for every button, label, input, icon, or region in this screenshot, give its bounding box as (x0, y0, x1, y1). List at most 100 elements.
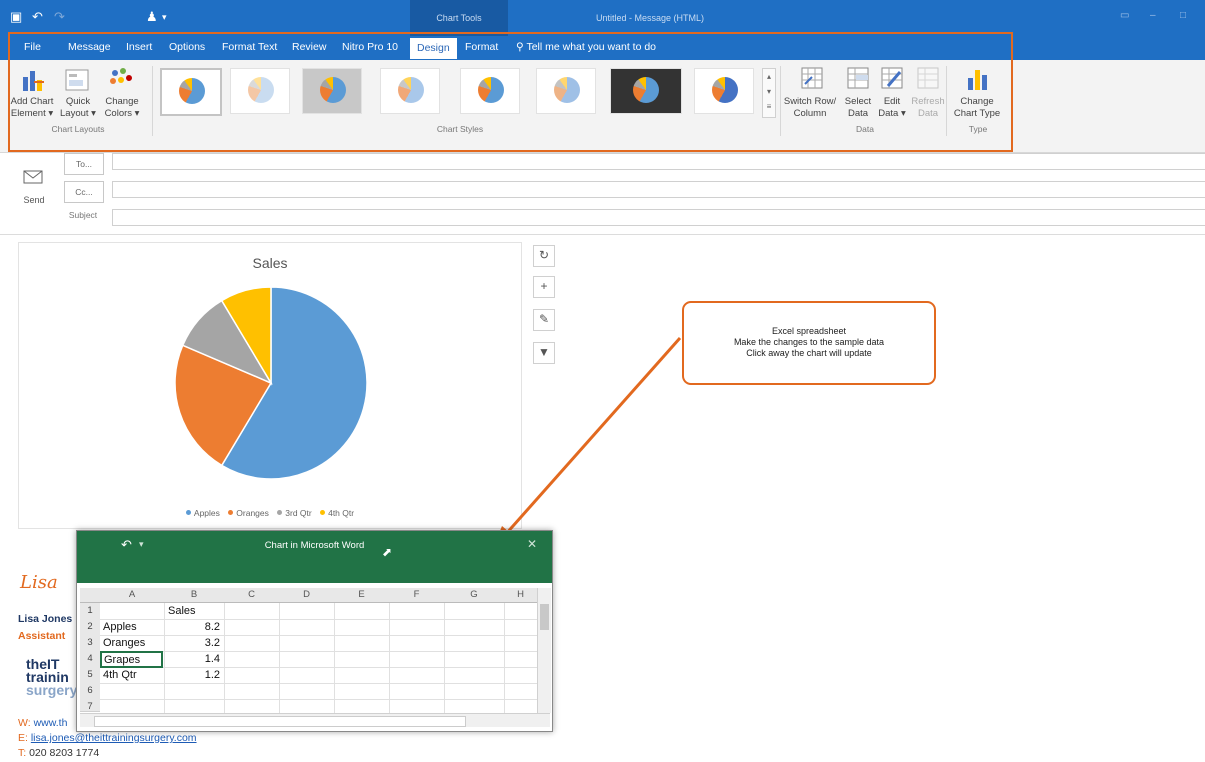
header-divider (0, 234, 1205, 235)
grid-line (100, 699, 537, 700)
legend-item-3rd-qtr: 3rd Qtr (277, 508, 312, 518)
row-header-6[interactable]: 6 (80, 683, 100, 700)
legend-swatch (277, 510, 283, 515)
column-header-g[interactable]: G (444, 588, 505, 603)
grid-line (100, 683, 537, 684)
email-link[interactable]: lisa.jones@theittrainingsurgery.com (31, 732, 197, 744)
save-icon[interactable]: ▣ (10, 9, 22, 25)
column-header-h[interactable]: H (504, 588, 538, 603)
cell-a2[interactable]: Apples (103, 619, 137, 635)
subject-label: Subject (68, 210, 98, 220)
chart-elements-plus-icon[interactable]: + (533, 276, 555, 298)
legend-label: 3rd Qtr (285, 508, 312, 518)
customize-quick-access-icon[interactable]: ▾ (162, 12, 167, 23)
grid-line (389, 603, 390, 713)
cell-b4[interactable]: 1.4 (164, 651, 220, 667)
legend-label: 4th Qtr (328, 508, 355, 518)
cell-a4-selected[interactable]: Grapes (100, 651, 163, 668)
send-icon (22, 168, 48, 186)
title-bar: ▣ ↶ ↷ ♟ ▾ Chart Tools Untitled - Message… (0, 0, 1205, 36)
chart-area[interactable]: Sales Apples Oranges 3rd Qtr 4th Qtr (18, 242, 522, 529)
tel-number: 020 8203 1774 (29, 747, 100, 759)
signature-phone: T: 020 8203 1774 (18, 747, 99, 759)
company-logo: theIT trainin surgery (26, 657, 78, 698)
redo-icon[interactable]: ↷ (54, 9, 65, 25)
row-header-7[interactable]: 7 (80, 699, 100, 712)
minimize-icon[interactable]: – (1150, 10, 1156, 21)
web-prefix: W: (18, 717, 31, 729)
column-header-c[interactable]: C (224, 588, 280, 603)
callout-line-2: Make the changes to the sample data (733, 337, 885, 347)
cell-b2[interactable]: 8.2 (164, 619, 220, 635)
mouse-cursor-icon: ⬈ (382, 545, 393, 559)
ribbon-highlight-box (8, 32, 1013, 152)
legend-swatch (185, 510, 191, 515)
horizontal-scroll-thumb[interactable] (94, 716, 466, 727)
legend-item-oranges: Oranges (228, 508, 269, 518)
subject-field[interactable] (112, 209, 1205, 226)
window-title: Untitled - Message (HTML) (595, 13, 705, 23)
grid-line (334, 603, 335, 713)
callout-box: Excel spreadsheet Make the changes to th… (682, 301, 936, 385)
to-field[interactable] (112, 153, 1205, 170)
callout-arrow (492, 337, 682, 550)
excel-window[interactable]: ↶ ▾ Chart in Microsoft Word ⬈ ✕ A B C D … (76, 530, 553, 732)
horizontal-scrollbar[interactable] (80, 713, 550, 727)
chart-legend: Apples Oranges 3rd Qtr 4th Qtr (19, 508, 521, 518)
legend-label: Apples (193, 508, 220, 518)
grid-line (444, 603, 445, 713)
pie-chart (174, 286, 368, 480)
row-header-4[interactable]: 4 (80, 651, 100, 668)
person-icon[interactable]: ♟ (146, 9, 158, 25)
row-header-5[interactable]: 5 (80, 667, 100, 684)
email-prefix: E: (18, 732, 28, 744)
to-button[interactable]: To... (64, 153, 104, 175)
row-header-1[interactable]: 1 (80, 603, 100, 620)
layout-options-icon[interactable]: ↻ (533, 245, 555, 267)
chart-styles-brush-icon[interactable]: ✎ (533, 309, 555, 331)
web-link[interactable]: www.th (34, 717, 68, 729)
cc-button[interactable]: Cc... (64, 181, 104, 203)
excel-title: Chart in Microsoft Word (264, 540, 365, 551)
callout-line-1: Excel spreadsheet (771, 326, 847, 336)
row-header-2[interactable]: 2 (80, 619, 100, 636)
signature-email: E: lisa.jones@theittrainingsurgery.com (18, 732, 197, 744)
cell-b5[interactable]: 1.2 (164, 667, 220, 683)
signature-role: Assistant (18, 630, 66, 642)
ribbon-options-icon[interactable]: ▭ (1120, 10, 1129, 21)
legend-label: Oranges (236, 508, 269, 518)
logo-line-3: surgery (26, 682, 78, 698)
legend-swatch (228, 510, 234, 515)
send-button[interactable]: Send (16, 195, 52, 205)
cell-a3[interactable]: Oranges (103, 635, 145, 651)
signature-name: Lisa Jones (18, 613, 73, 625)
grid-line (224, 603, 225, 713)
undo-icon[interactable]: ↶ (32, 9, 43, 25)
callout-line-3: Click away the chart will update (746, 348, 872, 358)
excel-close-icon[interactable]: ✕ (527, 537, 537, 551)
cell-b1[interactable]: Sales (168, 603, 196, 619)
legend-swatch (320, 510, 326, 515)
select-all-corner[interactable] (80, 588, 101, 603)
column-header-a[interactable]: A (100, 588, 165, 603)
grid-line (279, 603, 280, 713)
cell-b3[interactable]: 3.2 (164, 635, 220, 651)
chart-tools-label: Chart Tools (410, 0, 508, 36)
vertical-scroll-thumb[interactable] (540, 604, 549, 630)
spreadsheet-grid[interactable]: A B C D E F G H 1 2 3 4 5 6 7 Sales Appl… (77, 583, 552, 731)
cc-field[interactable] (112, 181, 1205, 198)
signature-web: W: www.th (18, 717, 67, 729)
grid-line (504, 603, 505, 713)
legend-item-4th-qtr: 4th Qtr (320, 508, 354, 518)
column-header-d[interactable]: D (279, 588, 335, 603)
excel-title-bar: ↶ ▾ Chart in Microsoft Word ⬈ ✕ (77, 531, 552, 583)
column-header-f[interactable]: F (389, 588, 445, 603)
maximize-icon[interactable]: □ (1180, 10, 1186, 21)
column-header-e[interactable]: E (334, 588, 390, 603)
row-header-3[interactable]: 3 (80, 635, 100, 652)
legend-item-apples: Apples (185, 508, 220, 518)
vertical-scrollbar[interactable] (537, 588, 551, 713)
column-header-b[interactable]: B (164, 588, 225, 603)
tel-prefix: T: (18, 747, 27, 759)
cell-a5[interactable]: 4th Qtr (103, 667, 137, 683)
